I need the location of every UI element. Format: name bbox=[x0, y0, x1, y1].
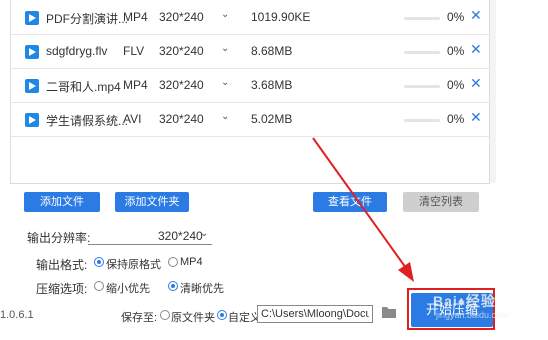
file-format: AVI bbox=[123, 112, 142, 126]
progress-text: 0% bbox=[447, 44, 465, 58]
compress-radio-clarity[interactable] bbox=[168, 281, 178, 291]
add-file-button[interactable]: 添加文件 bbox=[24, 192, 100, 212]
file-name: 二哥和人.mp4 bbox=[46, 80, 121, 94]
close-icon[interactable]: ✕ bbox=[470, 42, 482, 56]
play-file-icon bbox=[25, 45, 39, 59]
file-row[interactable]: 二哥和人.mp4 MP4 320*240 ⌄ 3.68MB 0% ✕ bbox=[11, 69, 489, 103]
file-name: sdgfdryg.flv bbox=[46, 44, 108, 58]
progress-text: 0% bbox=[447, 10, 465, 24]
chevron-down-icon: ⌄ bbox=[221, 77, 230, 88]
clear-list-button[interactable]: 清空列表 bbox=[403, 192, 479, 212]
file-resolution-value: 320*240 bbox=[159, 10, 204, 24]
file-resolution-value: 320*240 bbox=[159, 44, 204, 58]
play-file-icon bbox=[25, 79, 39, 93]
file-name: PDF分割演讲... bbox=[46, 12, 129, 26]
close-icon[interactable]: ✕ bbox=[470, 8, 482, 22]
folder-icon[interactable] bbox=[381, 305, 397, 319]
file-size: 8.68MB bbox=[251, 44, 293, 58]
file-resolution-select[interactable]: 320*240 ⌄ bbox=[159, 77, 239, 92]
file-resolution-select[interactable]: 320*240 ⌄ bbox=[159, 111, 239, 126]
save-radio-custom[interactable] bbox=[217, 310, 227, 320]
play-file-icon bbox=[25, 11, 39, 25]
format-radio-mp4[interactable] bbox=[168, 257, 178, 267]
file-name: 学生请假系统... bbox=[46, 114, 129, 128]
play-file-icon bbox=[25, 113, 39, 127]
compress-radio-size[interactable] bbox=[94, 281, 104, 291]
progress-bar bbox=[404, 17, 440, 20]
file-row[interactable]: 学生请假系统... AVI 320*240 ⌄ 5.02MB 0% ✕ bbox=[11, 103, 489, 137]
file-size: 5.02MB bbox=[251, 112, 293, 126]
resolution-select[interactable]: 320*240 ⌄ bbox=[88, 226, 212, 245]
chevron-down-icon: ⌄ bbox=[221, 9, 230, 20]
file-format: MP4 bbox=[123, 78, 148, 92]
close-icon[interactable]: ✕ bbox=[470, 76, 482, 90]
file-row[interactable]: PDF分割演讲... MP4 320*240 ⌄ 1019.90KE 0% ✕ bbox=[11, 1, 489, 35]
file-row[interactable]: sdgfdryg.flv FLV 320*240 ⌄ 8.68MB 0% ✕ bbox=[11, 35, 489, 69]
list-divider bbox=[10, 183, 488, 184]
version-text: 1.0.6.1 bbox=[0, 309, 34, 321]
list-scrollbar[interactable] bbox=[490, 0, 496, 183]
chevron-down-icon: ⌄ bbox=[221, 111, 230, 122]
view-file-button[interactable]: 查看文件 bbox=[313, 192, 387, 212]
progress-bar bbox=[404, 51, 440, 54]
file-resolution-select[interactable]: 320*240 ⌄ bbox=[159, 43, 239, 58]
file-resolution-value: 320*240 bbox=[159, 112, 204, 126]
save-path-input[interactable] bbox=[257, 305, 373, 323]
file-size: 1019.90KE bbox=[251, 10, 311, 24]
file-resolution-select[interactable]: 320*240 ⌄ bbox=[159, 9, 239, 24]
file-size: 3.68MB bbox=[251, 78, 293, 92]
progress-bar bbox=[404, 85, 440, 88]
format-radio-keep[interactable] bbox=[94, 257, 104, 267]
save-radio-original[interactable] bbox=[160, 310, 170, 320]
file-format: FLV bbox=[123, 44, 145, 58]
progress-text: 0% bbox=[447, 78, 465, 92]
chevron-down-icon: ⌄ bbox=[200, 228, 209, 239]
format-option-mp4-label: MP4 bbox=[180, 256, 203, 268]
save-to-label: 保存至: bbox=[121, 312, 158, 324]
start-compress-button[interactable]: 开始压缩 bbox=[411, 293, 493, 327]
close-icon[interactable]: ✕ bbox=[470, 110, 482, 124]
chevron-down-icon: ⌄ bbox=[221, 43, 230, 54]
add-folder-button[interactable]: 添加文件夹 bbox=[115, 192, 189, 212]
file-list: PDF分割演讲... MP4 320*240 ⌄ 1019.90KE 0% ✕ sdgfdry… bbox=[10, 0, 490, 184]
compressor-window: PDF分割演讲... MP4 320*240 ⌄ 1019.90KE 0% ✕ sdgfdry… bbox=[0, 0, 548, 340]
file-format: MP4 bbox=[123, 10, 148, 24]
save-option-original-label: 原文件夹 bbox=[171, 312, 215, 324]
format-label: 输出格式: bbox=[36, 258, 88, 272]
file-resolution-value: 320*240 bbox=[159, 78, 204, 92]
progress-bar bbox=[404, 119, 440, 122]
compress-option-clarity-label: 清晰优先 bbox=[180, 283, 224, 295]
resolution-select-value: 320*240 bbox=[158, 229, 203, 243]
format-option-keep-label: 保持原格式 bbox=[106, 259, 161, 271]
compress-label: 压缩选项: bbox=[36, 282, 88, 296]
resolution-label: 输出分辨率: bbox=[27, 231, 91, 245]
compress-option-size-label: 缩小优先 bbox=[106, 283, 150, 295]
progress-text: 0% bbox=[447, 112, 465, 126]
